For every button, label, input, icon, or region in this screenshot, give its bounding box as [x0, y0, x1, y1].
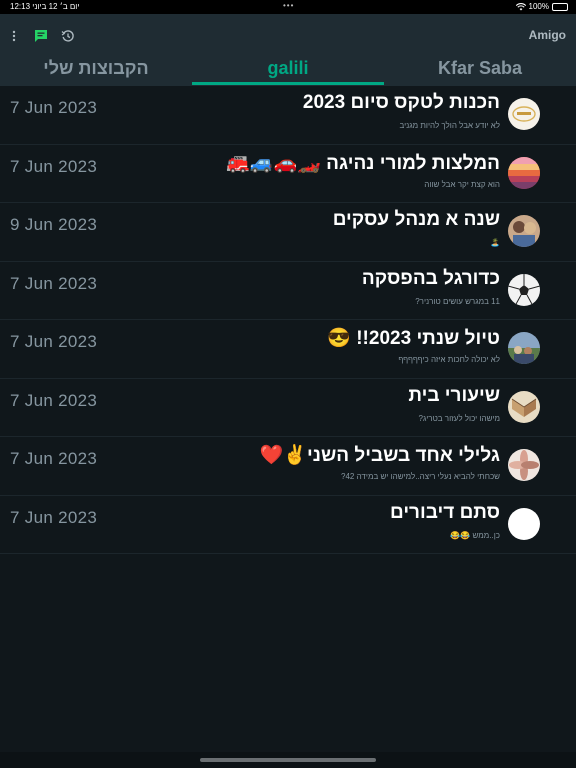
chat-date: 7 Jun 2023 — [10, 156, 98, 176]
people-avatar[interactable] — [508, 215, 540, 247]
chat-row[interactable]: 7 Jun 2023 המלצות למורי נהיגה 🏎️🚗🚙🚒 הוא … — [0, 145, 576, 203]
chat-name: כדורגל בהפסקה — [361, 267, 500, 289]
chat-preview: לא יכולה לחכות איזה כיףףףףף — [398, 355, 500, 364]
chat-row[interactable]: 7 Jun 2023 גלילי אחד בשביל השני✌️❤️ שכחת… — [0, 437, 576, 496]
chat-preview: הוא קצת יקר אבל שווה — [424, 179, 500, 189]
soccer-ball-avatar[interactable] — [508, 273, 540, 306]
home-indicator[interactable] — [200, 758, 376, 762]
chat-row[interactable]: 7 Jun 2023 שיעורי בית מישהו יכול לעזור ב… — [0, 379, 576, 437]
chat-preview: כן..ממש 😂😂 — [450, 530, 500, 540]
chat-date: 7 Jun 2023 — [10, 449, 98, 468]
chat-row[interactable]: 7 Jun 2023 טיול שנתי 2023!! 😎 לא יכולה ל… — [0, 320, 576, 379]
battery-percent: 100% — [528, 2, 549, 11]
logo-avatar[interactable] — [508, 98, 540, 130]
chat-row[interactable]: 7 Jun 2023 סתם דיבורים כן..ממש 😂😂 — [0, 496, 576, 554]
chat-name: שיעורי בית — [408, 384, 500, 406]
chat-date: 7 Jun 2023 — [10, 390, 98, 410]
chat-row[interactable]: 7 Jun 2023 כדורגל בהפסקה 11 במגרש עושים … — [0, 262, 576, 320]
balloon-avatar[interactable] — [508, 156, 540, 189]
chat-preview: לא יודע אבל הולך להיות מגניב — [399, 121, 500, 130]
trip-avatar[interactable] — [508, 332, 540, 364]
chat-icon[interactable] — [33, 28, 49, 44]
chat-row[interactable]: 7 Jun 2023 הכנות לטקס סיום 2023 לא יודע … — [0, 86, 576, 145]
battery-icon — [552, 2, 568, 11]
chat-list: 7 Jun 2023 הכנות לטקס סיום 2023 לא יודע … — [0, 86, 576, 554]
status-bar: 12:13 יום ב׳ 12 ביוני ••• 100% — [0, 0, 576, 14]
chat-name: שנה א מנהל עסקים — [332, 209, 500, 230]
chat-date: 7 Jun 2023 — [10, 98, 98, 117]
chat-preview: 🏝️ — [490, 238, 500, 247]
chat-name: גלילי אחד בשביל השני✌️❤️ — [259, 445, 500, 466]
wifi-icon — [515, 2, 526, 10]
chat-date: 7 Jun 2023 — [10, 332, 98, 351]
app-title: Amigo — [528, 28, 566, 42]
chat-name: טיול שנתי 2023!! 😎 — [327, 328, 500, 349]
chat-date: 7 Jun 2023 — [10, 273, 98, 293]
book-avatar[interactable] — [508, 390, 540, 423]
chat-row[interactable]: 9 Jun 2023 שנה א מנהל עסקים 🏝️ — [0, 203, 576, 262]
chat-preview: מישהו יכול לעזור בטריג? — [418, 413, 500, 423]
chat-date: 7 Jun 2023 — [10, 507, 98, 527]
chat-preview: 11 במגרש עושים טורניר? — [415, 296, 500, 306]
blank-avatar[interactable] — [508, 507, 540, 540]
chat-date: 9 Jun 2023 — [10, 215, 98, 234]
status-time-date: 12:13 יום ב׳ 12 ביוני — [10, 2, 80, 11]
chat-name: סתם דיבורים — [390, 501, 500, 523]
more-vert-icon[interactable] — [6, 28, 22, 44]
tab-kfar-saba[interactable]: Kfar Saba — [384, 58, 576, 84]
chat-name: המלצות למורי נהיגה 🏎️🚗🚙🚒 — [226, 152, 500, 174]
hands-avatar[interactable] — [508, 449, 540, 481]
multitasking-dots-icon[interactable]: ••• — [283, 1, 294, 10]
chat-name: הכנות לטקס סיום 2023 — [302, 92, 500, 113]
history-icon[interactable] — [60, 28, 76, 44]
tab-my-groups[interactable]: הקבוצות שלי — [0, 58, 192, 84]
status-right: 100% — [515, 2, 568, 11]
chat-preview: שכחתי להביא נעלי ריצה..למישהו יש במידה 4… — [341, 472, 500, 481]
active-tab-indicator — [192, 82, 384, 85]
header: Amigo Kfar Saba galili הקבוצות שלי — [0, 14, 576, 86]
tab-galili[interactable]: galili — [192, 58, 384, 84]
